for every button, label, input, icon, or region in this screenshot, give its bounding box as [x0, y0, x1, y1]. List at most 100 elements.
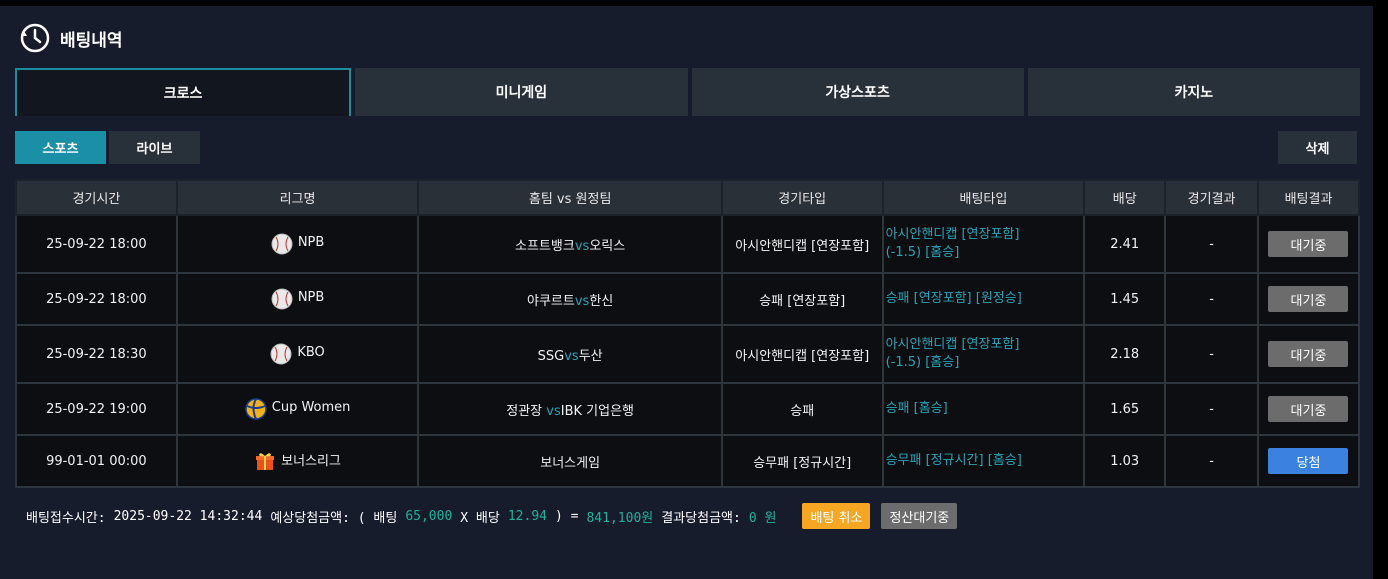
- result-label: 결과당첨금액:: [661, 510, 741, 526]
- cell-teams: 보너스게임: [417, 434, 723, 488]
- odds-label: X 배당: [460, 510, 500, 526]
- cell-bet-type: 아시안핸디캡 [연장포함] (-1.5) [홈승]: [881, 214, 1086, 274]
- status-badge[interactable]: 대기중: [1268, 396, 1349, 422]
- expected-label: 예상당첨금액: ( 배팅: [270, 510, 398, 526]
- col-header-teams: 홈팀 vs 원정팀: [417, 179, 723, 216]
- cell-odds: 1.65: [1083, 382, 1167, 436]
- table-row: 25-09-22 18:00 NPB 소프트뱅크vs오릭스 아시안핸디캡 [연장…: [15, 214, 1361, 274]
- col-header-game-type: 경기타입: [720, 179, 884, 216]
- bet-type-line: 아시안핸디캡 [연장포함]: [885, 227, 1020, 242]
- col-header-bet-type: 배팅타입: [881, 179, 1086, 216]
- status-badge[interactable]: 대기중: [1268, 231, 1349, 257]
- home-team: 정관장: [506, 403, 543, 419]
- bet-history-table: 경기시간 리그명 홈팀 vs 원정팀 경기타입 배팅타입 배당 경기결과 배팅결…: [15, 179, 1361, 488]
- league-name: 보너스리그: [281, 453, 341, 469]
- cell-bet-type: 승패 [홈승]: [881, 382, 1086, 436]
- cell-bet-result: 당첨: [1256, 434, 1361, 488]
- cell-game-type: 아시안핸디캡 [연장포함]: [720, 324, 884, 384]
- status-badge[interactable]: 당첨: [1268, 448, 1349, 474]
- vs-label: vs: [546, 403, 561, 419]
- bet-type-line: 승무패 [정규시간] [홈승]: [885, 453, 1022, 468]
- cell-teams: 정관장 vsIBK 기업은행: [417, 382, 723, 436]
- cell-league: NPB: [175, 214, 420, 274]
- baseball-icon: [271, 233, 293, 255]
- cell-game-result: -: [1164, 382, 1259, 436]
- cell-odds: 1.45: [1083, 272, 1167, 326]
- status-badge[interactable]: 대기중: [1268, 341, 1349, 367]
- table-row: 25-09-22 19:00 Cup Women 정관장 vsIBK 기업은행 …: [15, 382, 1361, 436]
- cell-league: 보너스리그: [175, 434, 420, 488]
- bet-type-line: (-1.5) [홈승]: [885, 355, 960, 370]
- cell-time: 25-09-22 18:00: [15, 272, 178, 326]
- total-odds: 12.94: [507, 508, 547, 524]
- cell-bet-result: 대기중: [1256, 382, 1361, 436]
- cell-league: Cup Women: [175, 382, 420, 436]
- cell-game-result: -: [1164, 324, 1259, 384]
- cell-bet-result: 대기중: [1256, 214, 1361, 274]
- col-header-time: 경기시간: [15, 179, 178, 216]
- home-team: 야쿠르트: [527, 293, 575, 309]
- cell-time: 25-09-22 18:00: [15, 214, 178, 274]
- history-clock-icon: [20, 23, 50, 53]
- table-row: 25-09-22 18:30 KBO SSGvs두산 아시안핸디캡 [연장포함]…: [15, 324, 1361, 384]
- home-team: 소프트뱅크: [515, 238, 575, 254]
- cell-game-result: -: [1164, 272, 1259, 326]
- status-badge[interactable]: 대기중: [1268, 286, 1349, 312]
- col-header-odds: 배당: [1083, 179, 1167, 216]
- cell-game-type: 승패 [연장포함]: [720, 272, 884, 326]
- cell-game-result: -: [1164, 214, 1259, 274]
- home-team: 보너스게임: [540, 455, 601, 471]
- subtab-live[interactable]: 라이브: [109, 131, 200, 164]
- cell-game-type: 아시안핸디캡 [연장포함]: [720, 214, 884, 274]
- away-team: 두산: [578, 348, 603, 364]
- cell-odds: 1.03: [1083, 434, 1167, 488]
- cell-teams: 야쿠르트vs한신: [417, 272, 723, 326]
- away-team: 오릭스: [589, 238, 626, 254]
- col-header-league: 리그명: [175, 179, 420, 216]
- table-row: 25-09-22 18:00 NPB 야쿠르트vs한신 승패 [연장포함] 승패…: [15, 272, 1361, 326]
- delete-button[interactable]: 삭제: [1278, 131, 1357, 164]
- vs-label: vs: [574, 238, 590, 254]
- cell-bet-type: 아시안핸디캡 [연장포함] (-1.5) [홈승]: [881, 324, 1086, 384]
- home-team: SSG: [537, 348, 565, 364]
- settle-pending-badge: 정산대기중: [881, 503, 958, 529]
- gift-icon: [256, 453, 275, 470]
- tab-minigame[interactable]: 미니게임: [355, 68, 688, 116]
- cell-odds: 2.18: [1083, 324, 1167, 384]
- away-team: 한신: [589, 293, 614, 309]
- table-row: 99-01-01 00:00 보너스리그 보너스게임 승무패 [정규시간] 승무…: [15, 434, 1361, 488]
- expected-amount: 841,100원: [586, 510, 654, 526]
- cell-teams: 소프트뱅크vs오릭스: [417, 214, 723, 274]
- bet-summary: 배팅접수시간: 2025-09-22 14:32:44 예상당첨금액: ( 배팅…: [26, 503, 958, 529]
- page-title: 배팅내역: [60, 30, 123, 51]
- tab-cross[interactable]: 크로스: [15, 68, 352, 116]
- category-tabs: 크로스 미니게임 가상스포츠 카지노: [15, 68, 1360, 116]
- league-name: NPB: [297, 234, 325, 250]
- cell-game-type: 승무패 [정규시간]: [720, 434, 884, 488]
- cancel-bet-button[interactable]: 배팅 취소: [802, 503, 871, 529]
- baseball-icon: [270, 343, 292, 365]
- cell-time: 25-09-22 18:30: [15, 324, 178, 384]
- table-header-row: 경기시간 리그명 홈팀 vs 원정팀 경기타입 배팅타입 배당 경기결과 배팅결…: [15, 179, 1361, 216]
- subtab-sports[interactable]: 스포츠: [15, 131, 106, 164]
- receipt-time-value: 2025-09-22 14:32:44: [113, 508, 263, 524]
- cell-teams: SSGvs두산: [417, 324, 723, 384]
- away-team: IBK 기업은행: [560, 403, 635, 419]
- baseball-icon: [271, 288, 293, 310]
- cell-bet-type: 승무패 [정규시간] [홈승]: [881, 434, 1086, 488]
- league-name: KBO: [297, 344, 325, 360]
- league-name: NPB: [297, 289, 325, 305]
- equals-label: ) =: [555, 508, 579, 524]
- cell-league: NPB: [175, 272, 420, 326]
- tab-virtual-sports[interactable]: 가상스포츠: [691, 68, 1024, 116]
- bet-type-line: 승패 [홈승]: [885, 401, 948, 416]
- bet-type-line: 승패 [연장포함] [원정승]: [885, 291, 1022, 306]
- cell-bet-result: 대기중: [1256, 272, 1361, 326]
- cell-time: 25-09-22 19:00: [15, 382, 178, 436]
- cell-league: KBO: [175, 324, 420, 384]
- bet-amount: 65,000: [405, 508, 453, 524]
- cell-game-result: -: [1164, 434, 1259, 488]
- tab-casino[interactable]: 카지노: [1027, 68, 1360, 116]
- result-amount: 0 원: [748, 510, 777, 526]
- sub-tabs: 스포츠 라이브: [15, 131, 200, 164]
